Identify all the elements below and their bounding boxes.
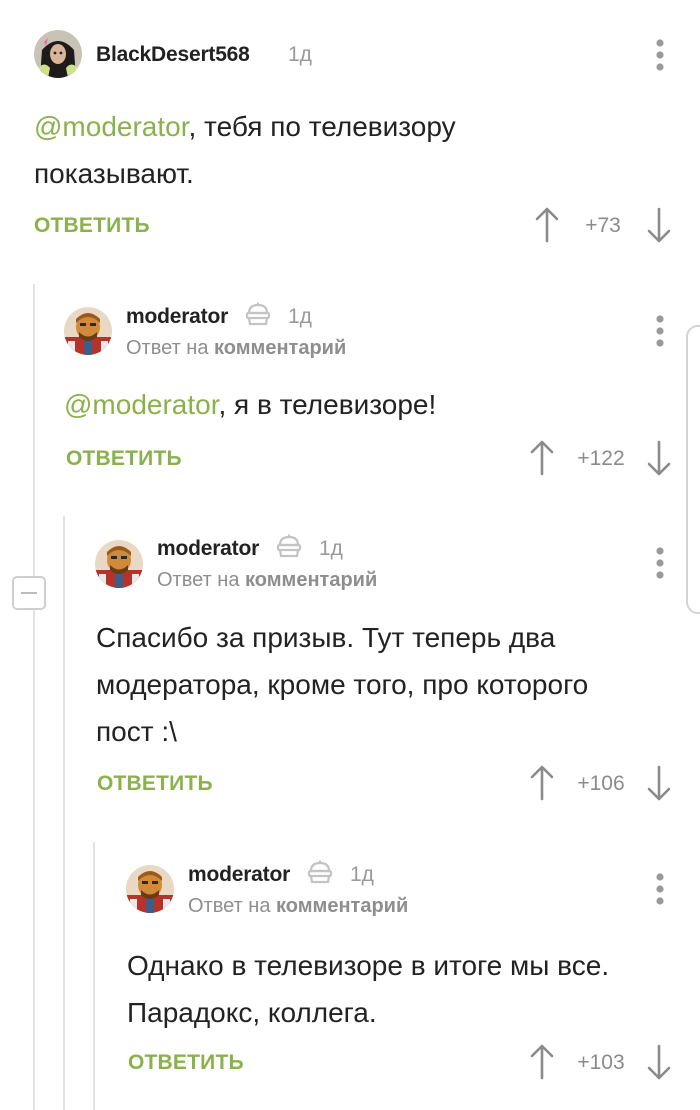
reply-to-target[interactable]: комментарий [245,569,377,591]
comment-text-segment: Парадокс, коллега. [127,997,377,1028]
comment-text: Однако в телевизоре в итоге мы все. Пара… [127,942,692,1036]
comment-text-segment: , тебя по телевизору [188,111,456,142]
arrow-down-icon[interactable] [647,765,671,801]
comment-text-segment: модератора, кроме того, про которого [96,669,589,700]
more-vertical-icon[interactable] [650,546,670,580]
comment-time: 1д [288,43,312,66]
arrow-down-icon[interactable] [647,207,671,243]
moderator-cake-icon [244,302,272,326]
username[interactable]: moderator [188,863,290,887]
reply-to-prefix: Ответ на [157,569,240,591]
comment-text: @moderator, тебя по телевизору показываю… [34,103,654,197]
avatar[interactable] [126,865,174,913]
mention-link[interactable]: @moderator [64,389,219,420]
comment-rating: +103 [577,1051,625,1074]
reply-to[interactable]: Ответ на комментарий [126,337,346,360]
avatar[interactable] [64,307,112,355]
username[interactable]: BlackDesert568 [96,43,250,67]
thread-line [93,842,95,1110]
username[interactable]: moderator [157,537,259,561]
arrow-down-icon[interactable] [647,1044,671,1080]
arrow-up-icon[interactable] [535,207,559,243]
arrow-up-icon[interactable] [530,440,554,476]
reply-to-prefix: Ответ на [126,337,209,359]
more-vertical-icon[interactable] [650,314,670,348]
arrow-up-icon[interactable] [530,765,554,801]
reply-button[interactable]: ОТВЕТИТЬ [97,772,213,796]
reply-to-target[interactable]: комментарий [214,337,346,359]
comment-rating: +73 [585,214,621,237]
reply-to-prefix: Ответ на [188,895,271,917]
mention-link[interactable]: @moderator [34,111,189,142]
avatar[interactable] [95,540,143,588]
moderator-cake-icon [306,860,334,884]
reply-button[interactable]: ОТВЕТИТЬ [66,447,182,471]
reply-to[interactable]: Ответ на комментарий [157,569,377,592]
arrow-up-icon[interactable] [530,1044,554,1080]
comment-rating: +122 [577,447,625,470]
thread-line [63,516,65,1110]
scrollbar[interactable] [686,325,700,614]
reply-to[interactable]: Ответ на комментарий [188,895,408,918]
comment-time: 1д [288,305,312,328]
comment-time: 1д [350,863,374,886]
comment-rating: +106 [577,772,625,795]
comment-text-segment: показывают. [34,158,194,189]
comment-text: Спасибо за призыв. Тут теперь два модера… [96,614,696,755]
comment-text-segment: Спасибо за призыв. Тут теперь два [96,622,556,653]
avatar[interactable] [34,30,82,78]
thread-line [33,284,35,1110]
reply-button[interactable]: ОТВЕТИТЬ [34,214,150,238]
comment-text: @moderator, я в телевизоре! [64,381,654,428]
comment-text-segment: Однако в телевизоре в итоге мы все. [127,950,610,981]
more-vertical-icon[interactable] [650,872,670,906]
comment-text-segment: , я в телевизоре! [218,389,437,420]
collapse-thread-button[interactable] [12,576,46,610]
moderator-cake-icon [275,534,303,558]
reply-button[interactable]: ОТВЕТИТЬ [128,1051,244,1075]
comment-text-segment: пост :\ [96,716,177,747]
username[interactable]: moderator [126,305,228,329]
reply-to-target[interactable]: комментарий [276,895,408,917]
arrow-down-icon[interactable] [647,440,671,476]
comment-time: 1д [319,537,343,560]
more-vertical-icon[interactable] [650,38,670,72]
